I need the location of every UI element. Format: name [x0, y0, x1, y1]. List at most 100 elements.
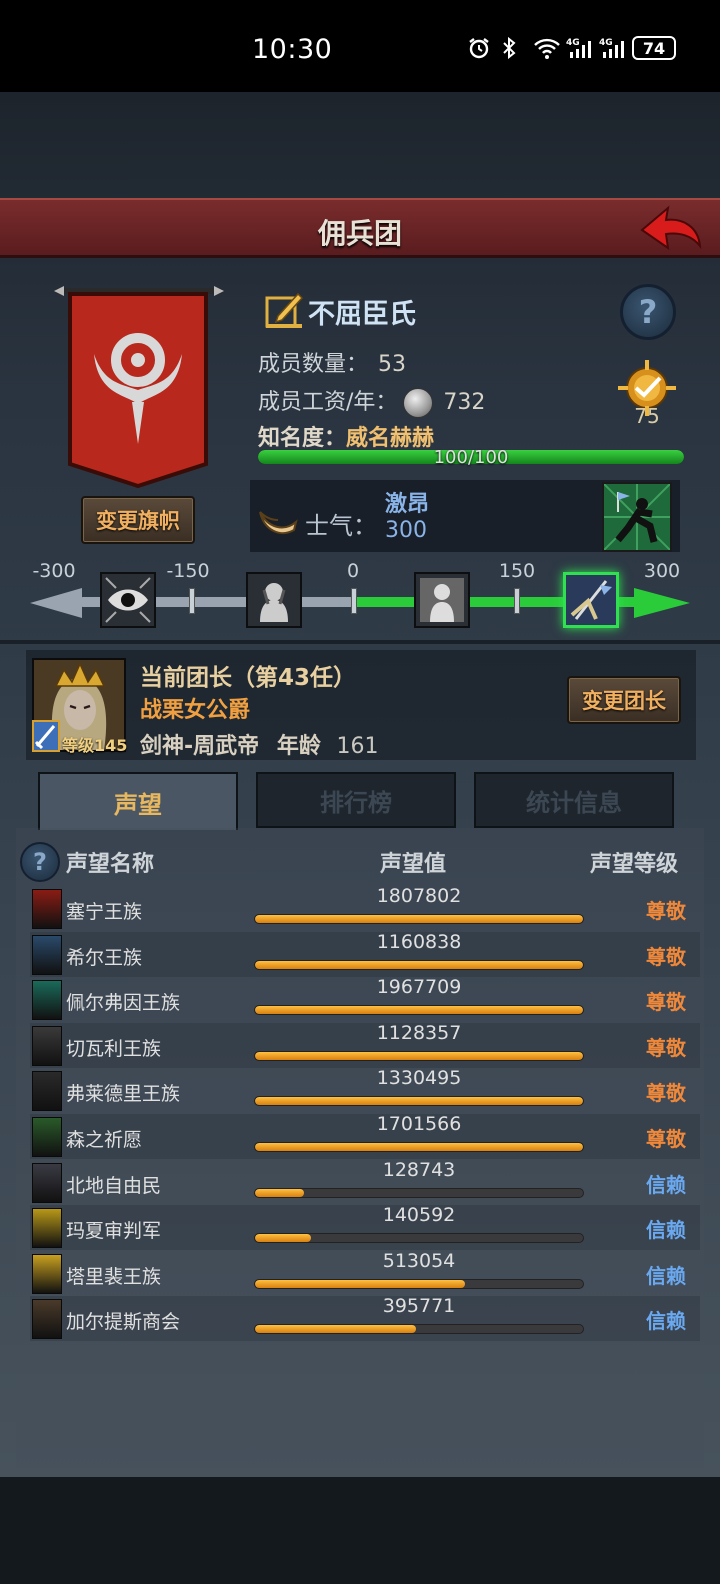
wage-stat: 成员工资/年： 732: [258, 384, 485, 418]
faction-name: 森之祈愿: [66, 1129, 143, 1151]
scale-label: 0: [346, 560, 360, 582]
change-flag-button[interactable]: 变更旗帜: [81, 496, 195, 544]
scale-tick: [189, 588, 195, 614]
svg-text:4G: 4G: [566, 38, 580, 48]
table-row[interactable]: 森之祈愿 1701566 尊敬: [30, 1113, 700, 1159]
tab-reputation[interactable]: 声望: [38, 772, 238, 830]
scale-tick: [514, 588, 520, 614]
faction-name: 玛夏审判军: [66, 1220, 162, 1243]
reputation-value: 1701566: [376, 1113, 462, 1135]
reputation-progress-fill: [255, 1234, 311, 1243]
bottom-area: [0, 1477, 720, 1584]
reputation-progress-fill: [255, 1279, 465, 1288]
scale-right-arrow-icon: [634, 588, 690, 618]
signal-icon-1: 4G: [566, 36, 591, 60]
morale-status-word: 激昂: [385, 492, 430, 517]
panic-eye-icon[interactable]: [100, 572, 156, 628]
tab-bar: 声望 排行榜 统计信息: [38, 772, 682, 830]
wage-value: 732: [443, 390, 486, 415]
table-row[interactable]: 玛夏审判军 140592 信赖: [30, 1204, 700, 1251]
faction-emblem-icon: [32, 1253, 62, 1294]
battery-indicator: 74: [632, 36, 676, 60]
faction-emblem-icon: [32, 1071, 62, 1112]
reputation-progress-fill: [255, 1143, 583, 1151]
reputation-value: 513054: [382, 1249, 456, 1272]
table-row[interactable]: 希尔王族 1160838 尊敬: [30, 930, 700, 977]
leader-title: 当前团长（第43任）: [140, 665, 357, 691]
morale-value: 300: [385, 518, 427, 543]
faction-name: 塔里裴王族: [66, 1265, 162, 1288]
scale-label: -150: [166, 560, 210, 582]
members-stat: 成员数量： 53: [258, 346, 406, 378]
leader-age: 161: [336, 734, 379, 759]
leader-profession: 剑神-周武帝: [140, 734, 260, 759]
table-row[interactable]: 北地自由民 128743 信赖: [30, 1159, 700, 1205]
help-icon[interactable]: ?: [620, 284, 676, 340]
title-bar: 佣兵团: [0, 198, 720, 258]
faction-emblem-icon: [32, 1299, 62, 1340]
table-row[interactable]: 切瓦利王族 1128357 尊敬: [30, 1022, 700, 1068]
wage-label: 成员工资/年：: [258, 390, 398, 415]
scale-label: -300: [32, 560, 76, 582]
column-header-value: 声望值: [380, 852, 447, 877]
despair-figure-icon[interactable]: [246, 572, 302, 628]
status-time: 10:30: [252, 34, 333, 65]
faction-emblem-icon: [32, 1025, 62, 1066]
reputation-level: 尊敬: [646, 1081, 686, 1106]
reputation-progress-bar: [254, 959, 584, 970]
faction-name: 塞宁王族: [66, 901, 143, 923]
reputation-level: 尊敬: [646, 1127, 686, 1151]
faction-emblem-icon: [32, 934, 62, 975]
reputation-level: 尊敬: [646, 899, 686, 923]
tab-statistics[interactable]: 统计信息: [474, 772, 674, 828]
table-row[interactable]: 弗莱德里王族 1330495 尊敬: [30, 1067, 700, 1113]
members-value: 53: [378, 352, 407, 377]
table-row[interactable]: 塔里裴王族 513054 信赖: [30, 1249, 700, 1296]
back-arrow-icon[interactable]: [638, 204, 704, 252]
faction-name: 弗莱德里王族: [66, 1083, 181, 1106]
reputation-progress-bar: [254, 1278, 584, 1289]
reputation-progress-bar: [254, 1233, 584, 1244]
reputation-level: 信赖: [646, 1309, 686, 1334]
status-icons: 4G 4G 74: [467, 36, 676, 60]
calm-figure-icon[interactable]: [414, 572, 470, 628]
reputation-level: 信赖: [646, 1172, 686, 1197]
reputation-level: 尊敬: [646, 944, 686, 969]
change-leader-button[interactable]: 变更团长: [567, 676, 681, 724]
reputation-progress-bar: [254, 1050, 584, 1061]
reputation-progress-fill: [255, 915, 583, 923]
table-row[interactable]: 塞宁王族 1807802 尊敬: [30, 885, 700, 931]
divider: [0, 640, 720, 644]
signal-icon-2: 4G: [599, 36, 624, 60]
guild-banner: [54, 284, 224, 494]
reputation-progress-fill: [255, 1188, 305, 1197]
members-label: 成员数量：: [258, 352, 369, 377]
reputation-progress-bar: [254, 1142, 584, 1152]
faction-emblem-icon: [32, 1162, 62, 1203]
edit-name-icon[interactable]: [264, 290, 304, 330]
reputation-progress-bar: [254, 1324, 584, 1335]
reputation-value: 1330495: [376, 1067, 462, 1090]
reputation-value: 1160838: [376, 930, 462, 953]
reputation-progress-bar: [254, 1005, 584, 1016]
reputation-help-icon[interactable]: ?: [20, 842, 60, 882]
sword-class-icon: [32, 720, 60, 752]
reputation-level: 尊敬: [646, 990, 686, 1015]
tab-leaderboard[interactable]: 排行榜: [256, 772, 456, 828]
charging-soldier-icon[interactable]: [602, 482, 672, 552]
reputation-progress-bar: [254, 1187, 584, 1198]
morale-scale: -300 -150 0 150 300: [30, 560, 690, 640]
bluetooth-icon: [500, 36, 524, 60]
leader-name: 战栗女公爵: [140, 698, 251, 723]
table-row[interactable]: 加尔提斯商会 395771 信赖: [30, 1295, 700, 1342]
faction-emblem-icon: [32, 1208, 62, 1249]
faction-name: 希尔王族: [66, 946, 143, 969]
scale-label: 150: [498, 560, 536, 582]
table-row[interactable]: 佩尔弗因王族 1967709 尊敬: [30, 976, 700, 1022]
rally-flag-icon[interactable]: [563, 572, 619, 628]
reputation-level: 尊敬: [646, 1035, 686, 1060]
reputation-progress-fill: [255, 960, 583, 969]
reputation-progress-bar: [254, 1096, 584, 1107]
reputation-value: 140592: [382, 1204, 456, 1227]
column-header-name: 声望名称: [66, 852, 155, 877]
